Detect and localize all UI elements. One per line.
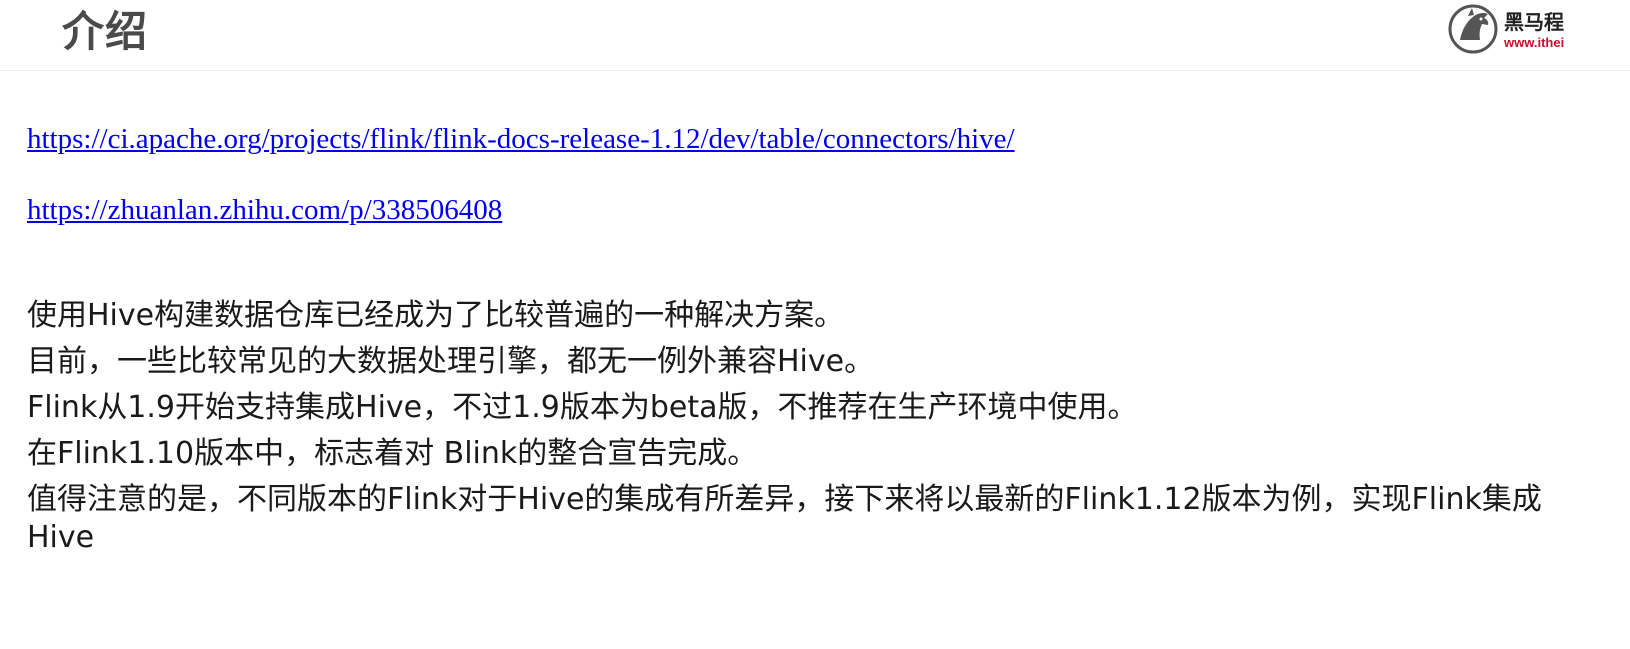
intro-text: 使用Hive构建数据仓库已经成为了比较普遍的一种解决方案。 目前，一些比较常见的… <box>27 293 1567 557</box>
horse-head-logo-icon <box>1448 4 1498 54</box>
page-title: 介绍 <box>62 7 149 56</box>
brand-logo: 黑马程 www.ithei <box>1446 2 1630 54</box>
logo-brand-name: 黑马程 <box>1504 10 1564 34</box>
paragraph-3: Flink从1.9开始支持集成Hive，不过1.9版本为beta版，不推荐在生产… <box>27 390 1138 425</box>
logo-brand-url: www.ithei <box>1504 35 1565 50</box>
slide-header: 介绍 黑马程 www.ithei <box>0 0 1630 71</box>
paragraph-1: 使用Hive构建数据仓库已经成为了比较普遍的一种解决方案。 <box>27 298 845 333</box>
paragraph-2: 目前，一些比较常见的大数据处理引擎，都无一例外兼容Hive。 <box>27 344 875 379</box>
zhihu-article-link[interactable]: https://zhuanlan.zhihu.com/p/338506408 <box>27 193 502 227</box>
flink-hive-docs-link[interactable]: https://ci.apache.org/projects/flink/fli… <box>27 122 1015 156</box>
paragraph-4: 在Flink1.10版本中，标志着对 Blink的整合宣告完成。 <box>27 436 758 471</box>
paragraph-5: 值得注意的是，不同版本的Flink对于Hive的集成有所差异，接下来将以最新的F… <box>27 482 1542 555</box>
